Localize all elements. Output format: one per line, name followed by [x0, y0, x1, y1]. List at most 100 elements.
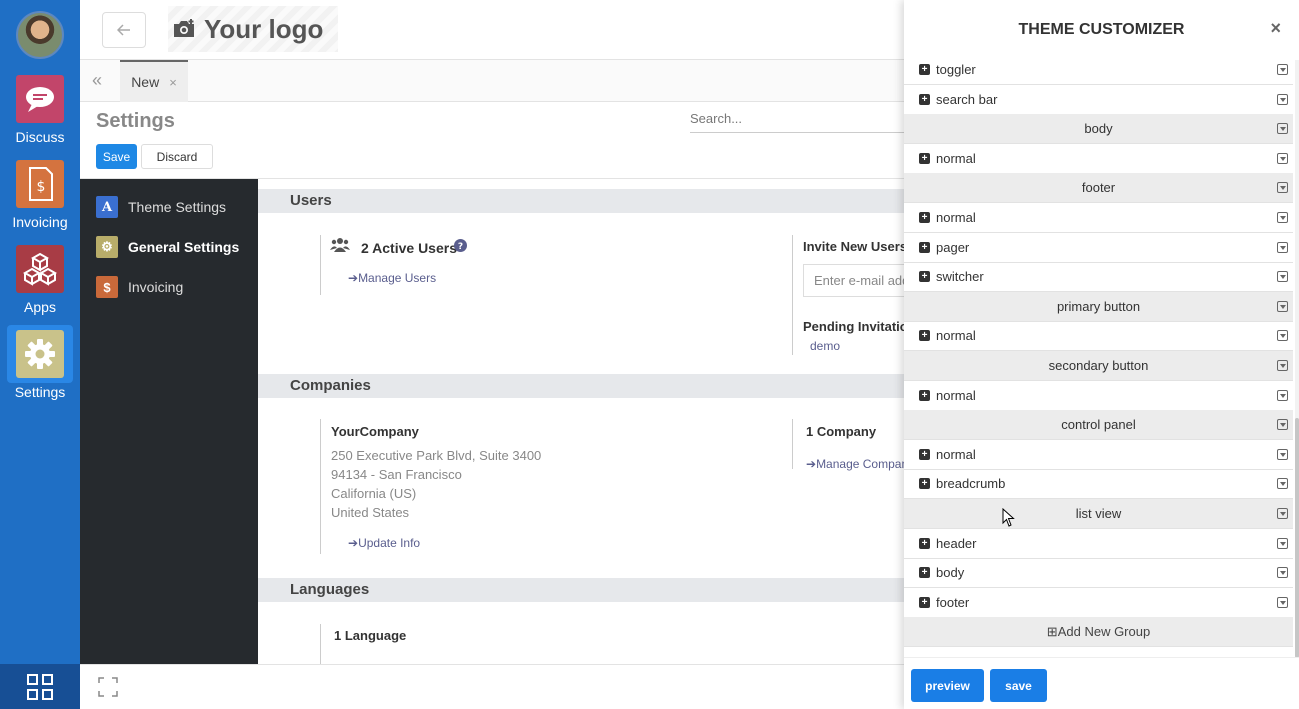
row-label: body	[936, 565, 965, 581]
save-button[interactable]: Save	[96, 144, 137, 169]
dropdown-toggle-icon[interactable]	[1277, 64, 1288, 75]
expand-plus-icon[interactable]: +	[919, 93, 930, 105]
expand-plus-icon[interactable]: +	[919, 567, 930, 579]
add-new-group-button[interactable]: ⊞ Add New Group	[904, 617, 1293, 648]
dropdown-toggle-icon[interactable]	[1277, 212, 1288, 223]
expand-plus-icon[interactable]: +	[919, 152, 930, 164]
customizer-item-row[interactable]: + normal	[904, 144, 1293, 174]
add-group-label: Add New Group	[1057, 624, 1151, 640]
link-label: Manage Companies	[816, 457, 910, 471]
customizer-item-row[interactable]: + breadcrumb	[904, 469, 1293, 500]
dropdown-toggle-icon[interactable]	[1277, 123, 1288, 135]
customizer-title: THEME CUSTOMIZER	[1018, 21, 1185, 38]
expand-plus-icon[interactable]: +	[919, 596, 930, 608]
settings-nav-theme[interactable]: A Theme Settings	[96, 196, 226, 218]
customizer-group-row[interactable]: body	[904, 114, 1293, 145]
row-label: footer	[1081, 180, 1116, 196]
customizer-item-row[interactable]: + switcher	[904, 262, 1293, 293]
app-label: Settings	[14, 384, 66, 400]
customizer-save-button[interactable]: save	[990, 669, 1047, 702]
company-logo[interactable]: Your logo	[168, 6, 338, 52]
customizer-item-row[interactable]: + footer	[904, 588, 1293, 618]
theme-customizer-panel: THEME CUSTOMIZER × + toggler + search bar bo…	[904, 0, 1299, 709]
manage-users-link[interactable]: ➔Manage Users	[348, 271, 436, 285]
dropdown-toggle-icon[interactable]	[1277, 93, 1288, 105]
dropdown-toggle-icon[interactable]	[1277, 389, 1288, 401]
users-icon	[330, 237, 350, 256]
close-icon[interactable]: ×	[1270, 18, 1281, 39]
settings-nav-general[interactable]: ⚙ General Settings	[96, 236, 239, 258]
app-menu-button[interactable]	[0, 664, 80, 709]
customizer-item-row[interactable]: + pager	[904, 233, 1293, 263]
row-label: header	[936, 535, 977, 551]
customizer-group-row[interactable]: footer	[904, 173, 1293, 204]
search-input[interactable]: Search...	[690, 111, 910, 133]
dropdown-toggle-icon[interactable]	[1277, 508, 1288, 519]
customizer-item-row[interactable]: + search bar	[904, 85, 1293, 115]
expand-plus-icon[interactable]: +	[919, 478, 930, 490]
screen: Discuss $ Invoicing Apps Settings Your l…	[0, 0, 1299, 709]
user-avatar[interactable]	[16, 11, 64, 59]
dropdown-toggle-icon[interactable]	[1277, 596, 1288, 608]
customizer-item-row[interactable]: + normal	[904, 440, 1293, 470]
app-discuss[interactable]: Discuss	[0, 75, 80, 145]
fullscreen-icon[interactable]	[98, 677, 118, 697]
dropdown-toggle-icon[interactable]	[1277, 271, 1288, 283]
customizer-group-row[interactable]: primary button	[904, 291, 1293, 322]
expand-plus-icon[interactable]: +	[919, 448, 930, 460]
link-label: Update Info	[358, 536, 421, 550]
expand-plus-icon[interactable]: +	[919, 271, 930, 283]
dropdown-toggle-icon[interactable]	[1277, 419, 1288, 431]
expand-plus-icon[interactable]: +	[919, 64, 930, 75]
customizer-item-row[interactable]: + normal	[904, 381, 1293, 411]
expand-plus-icon[interactable]: +	[919, 330, 930, 342]
customizer-item-row[interactable]: + body	[904, 558, 1293, 589]
dropdown-toggle-icon[interactable]	[1277, 448, 1288, 460]
expand-plus-icon[interactable]: +	[919, 389, 930, 401]
settings-nav-invoicing[interactable]: $ Invoicing	[96, 276, 183, 298]
dropdown-toggle-icon[interactable]	[1277, 300, 1288, 312]
row-label: normal	[936, 446, 976, 462]
logo-text: Your logo	[204, 13, 324, 44]
scrollbar-thumb[interactable]	[1295, 418, 1299, 658]
gear-icon	[16, 330, 64, 378]
customizer-group-row[interactable]: secondary button	[904, 351, 1293, 381]
dropdown-toggle-icon[interactable]	[1277, 537, 1288, 549]
dropdown-toggle-icon[interactable]	[1277, 330, 1288, 342]
app-apps[interactable]: Apps	[0, 245, 80, 315]
dropdown-toggle-icon[interactable]	[1277, 567, 1288, 579]
grid-icon	[27, 673, 53, 700]
section-heading-companies: Companies	[258, 374, 910, 398]
dropdown-toggle-icon[interactable]	[1277, 241, 1288, 253]
app-invoicing[interactable]: $ Invoicing	[0, 160, 80, 230]
dropdown-toggle-icon[interactable]	[1277, 478, 1288, 490]
customizer-item-row[interactable]: + toggler	[904, 55, 1293, 85]
close-tab-icon[interactable]: ×	[169, 75, 177, 90]
update-info-link[interactable]: ➔Update Info	[348, 536, 420, 550]
manage-companies-link[interactable]: ➔Manage Companies	[806, 457, 910, 471]
tab-new[interactable]: New ×	[120, 60, 188, 102]
customizer-item-row[interactable]: + normal	[904, 203, 1293, 233]
row-label: secondary button	[1048, 358, 1149, 373]
customizer-item-row[interactable]: + normal	[904, 321, 1293, 352]
app-settings[interactable]: Settings	[0, 330, 80, 400]
expand-plus-icon[interactable]: +	[919, 537, 930, 549]
expand-plus-icon[interactable]: +	[919, 241, 930, 253]
invite-email-input[interactable]: Enter e-mail address	[803, 264, 910, 297]
expand-plus-icon[interactable]: +	[919, 212, 930, 223]
preview-button[interactable]: preview	[911, 669, 984, 702]
help-icon[interactable]: ?	[454, 239, 467, 255]
customizer-item-row[interactable]: + header	[904, 529, 1293, 559]
dropdown-toggle-icon[interactable]	[1277, 152, 1288, 164]
active-users-count: 2 Active Users	[361, 240, 457, 256]
app-sidebar: Discuss $ Invoicing Apps Settings	[0, 0, 80, 709]
collapse-tabs-icon[interactable]: «	[92, 70, 102, 91]
customizer-group-row[interactable]: control panel	[904, 410, 1293, 441]
page-title: Settings	[96, 110, 175, 132]
dropdown-toggle-icon[interactable]	[1277, 182, 1288, 194]
back-button[interactable]	[102, 12, 146, 48]
dropdown-toggle-icon[interactable]	[1277, 360, 1288, 371]
discard-button[interactable]: Discard	[141, 144, 213, 169]
pending-user-link[interactable]: demo	[810, 339, 840, 353]
customizer-group-row[interactable]: list view	[904, 499, 1293, 529]
